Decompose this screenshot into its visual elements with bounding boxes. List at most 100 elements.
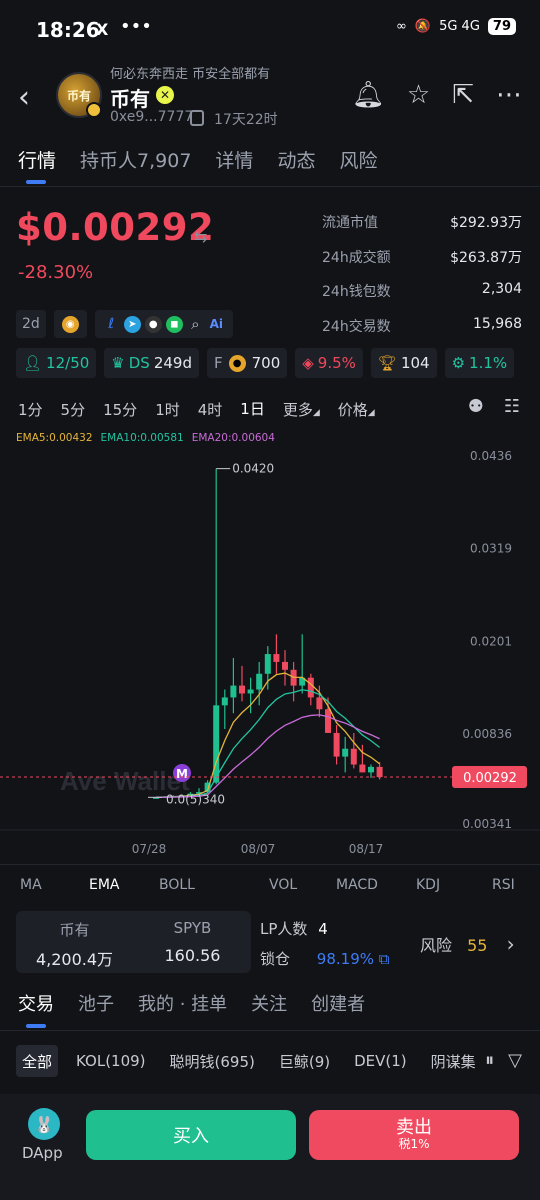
candle-body xyxy=(273,654,280,662)
token-address[interactable]: 0xe9...7777 xyxy=(110,109,193,125)
x-tick-label: 08/17 xyxy=(349,842,384,856)
gear-badge-icon: ⚙ xyxy=(451,354,466,372)
dapp-label[interactable]: DApp xyxy=(22,1144,63,1162)
swap-unit-icon[interactable]: ⇆ xyxy=(194,227,207,246)
status-bar: 18:26 X ••• ∞ 🔕 5G 4G 79 xyxy=(0,0,540,62)
x-app-icon: X xyxy=(96,20,109,39)
link-icon: ∞ xyxy=(396,19,407,34)
back-icon[interactable]: ‹ xyxy=(18,80,30,115)
trophy-chip[interactable]: 🏆︎ 104 xyxy=(370,348,437,378)
ind-kdj[interactable]: KDJ xyxy=(416,877,440,893)
tf-1d[interactable]: 1日 xyxy=(240,398,265,421)
ind-boll[interactable]: BOLL xyxy=(159,877,195,893)
metric-text: 9.5% xyxy=(317,354,356,372)
price-chart[interactable]: Ave Wallet 0.0436 0.0319 0.0201 0.00836 0.003… xyxy=(0,428,540,864)
more-icon[interactable]: ⋯ xyxy=(496,80,522,110)
candle-body xyxy=(368,766,374,773)
metrics-row: 👤︎ 12/50 ♛ DS 249d F ● 700 ◈ 9.5% 🏆︎ 104 ⚙ 1.1% xyxy=(16,348,515,378)
ind-ma[interactable]: MA xyxy=(20,877,42,893)
filter-icon[interactable]: ▽ xyxy=(508,1050,522,1071)
feather-icon[interactable]: ℓ xyxy=(103,316,120,333)
filter-smart-money[interactable]: 聪明钱(695) xyxy=(164,1045,261,1077)
ds-chip[interactable]: ♛ DS 249d xyxy=(104,348,199,378)
tab-activity[interactable]: 动态 xyxy=(277,146,315,173)
risk-label: 风险 xyxy=(420,936,453,955)
tf-1h[interactable]: 1时 xyxy=(155,399,180,420)
wechat-icon[interactable]: ◼ xyxy=(165,315,183,333)
tab-details[interactable]: 详情 xyxy=(215,146,253,173)
copy-icon[interactable] xyxy=(190,110,204,126)
current-price: $0.00292 xyxy=(16,206,215,249)
share-icon[interactable]: ⇱ xyxy=(452,80,474,110)
tf-1m[interactable]: 1分 xyxy=(18,399,43,420)
filter-tools: ⏸ ▽ xyxy=(485,1050,522,1071)
telegram-icon[interactable]: ➤ xyxy=(123,315,141,333)
tab-my-orders[interactable]: 我的 · 挂单 xyxy=(138,990,227,1016)
candle-body xyxy=(239,685,245,694)
stat-row: 流通市值 $292.93万 xyxy=(322,212,522,247)
star-icon[interactable]: ☆ xyxy=(407,80,430,110)
tf-4h[interactable]: 4时 xyxy=(198,399,223,420)
tf-more-label: 更多 xyxy=(282,401,313,419)
age-chip-label: 2d xyxy=(22,316,40,332)
tab-pools[interactable]: 池子 xyxy=(78,990,114,1016)
gear-badge-chip[interactable]: ⚙ 1.1% xyxy=(444,348,515,378)
lock-info[interactable]: 锁仓 98.19% ⧉ xyxy=(260,948,390,969)
avatar-label: 币有 xyxy=(66,88,91,103)
tab-creator[interactable]: 创建者 xyxy=(311,990,365,1016)
pause-icon[interactable]: ⏸ xyxy=(485,1050,494,1071)
buy-button[interactable]: 买入 xyxy=(86,1110,296,1160)
ai-icon[interactable]: Ai xyxy=(208,316,225,333)
metric-text: 104 xyxy=(400,354,430,372)
filter-conspiracy[interactable]: 阴谋集 xyxy=(425,1045,482,1077)
ind-vol[interactable]: VOL xyxy=(269,877,297,893)
tab-holders[interactable]: 持币人7,907 xyxy=(80,146,191,173)
y-tick-label: 0.0436 xyxy=(470,449,512,463)
coin-icon: ● xyxy=(228,354,246,372)
candle-body xyxy=(333,732,340,757)
stat-row: 24h交易数 15,968 xyxy=(322,316,522,351)
metric-text2: 249d xyxy=(153,354,192,372)
tf-price[interactable]: 价格◢ xyxy=(338,399,375,420)
ind-rsi[interactable]: RSI xyxy=(492,877,515,893)
tf-more[interactable]: 更多◢ xyxy=(283,399,320,420)
indicator-settings-icon[interactable]: ⚉ xyxy=(468,396,484,417)
layers-chip[interactable]: ◈ 9.5% xyxy=(295,348,363,378)
f-chip[interactable]: F ● 700 xyxy=(206,348,288,378)
lp-value: 4 xyxy=(318,920,328,938)
tab-trades[interactable]: 交易 xyxy=(18,990,54,1016)
stat-value: $263.87万 xyxy=(450,249,522,266)
sell-button[interactable]: 卖出 税1% xyxy=(309,1110,519,1160)
search-icon[interactable]: ⌕ xyxy=(187,315,204,333)
tab-indicator xyxy=(26,180,46,184)
qq-icon[interactable]: ● xyxy=(144,315,162,333)
platform-chip[interactable]: ◉ xyxy=(53,310,87,338)
filter-all[interactable]: 全部 xyxy=(16,1045,59,1077)
tab-risk[interactable]: 风险 xyxy=(339,146,377,173)
ind-ema[interactable]: EMA xyxy=(89,877,120,893)
pair-b-value: 160.56 xyxy=(164,946,221,965)
metric-text: 1.1% xyxy=(469,354,508,372)
stat-value: 2,304 xyxy=(481,281,522,297)
filter-kol[interactable]: KOL(109) xyxy=(70,1045,152,1077)
dapp-icon[interactable]: 🐰 xyxy=(28,1108,60,1140)
filter-dev[interactable]: DEV(1) xyxy=(348,1045,413,1077)
ind-macd[interactable]: MACD xyxy=(336,877,378,893)
tab-market[interactable]: 行情 xyxy=(18,146,56,173)
tf-5m[interactable]: 5分 xyxy=(61,399,86,420)
candle-body xyxy=(325,709,331,733)
tf-15m[interactable]: 15分 xyxy=(103,399,137,420)
tab-watch[interactable]: 关注 xyxy=(251,990,287,1016)
chart-tools: ⚉ ☷ xyxy=(468,396,520,417)
indicator-row: MA EMA BOLL VOL MACD KDJ RSI xyxy=(0,864,540,904)
risk-score[interactable]: 风险 55 › xyxy=(420,932,515,956)
holders-chip[interactable]: 👤︎ 12/50 xyxy=(16,348,97,378)
stat-label: 24h钱包数 xyxy=(322,284,391,300)
filter-whale[interactable]: 巨鲸(9) xyxy=(273,1045,336,1077)
sell-tax: 税1% xyxy=(398,1137,430,1152)
chart-settings-icon[interactable]: ☷ xyxy=(504,396,520,417)
stats-panel: 流通市值 $292.93万 24h成交额 $263.87万 24h钱包数 2,304 … xyxy=(322,212,522,350)
bell-icon[interactable]: 🔔︎ xyxy=(352,80,385,110)
candle-body xyxy=(316,697,323,710)
x-tick-label: 08/07 xyxy=(241,842,276,856)
